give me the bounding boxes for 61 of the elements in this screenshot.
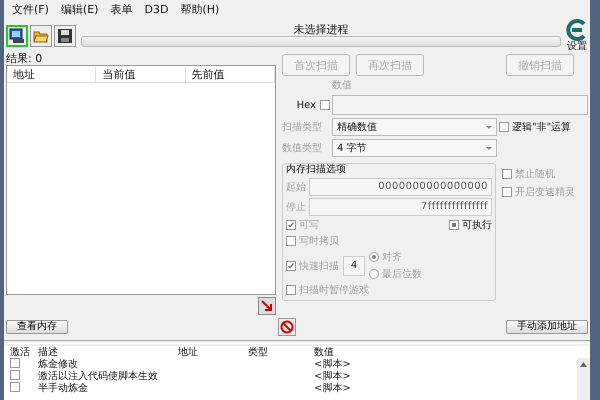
checkbox-label: 写时拷贝 [299,234,339,248]
checkbox-label: 可执行 [462,218,492,232]
settings-logo-icon[interactable] [566,19,588,41]
value-input[interactable] [332,95,588,115]
value-label: 数值 [332,79,353,92]
checkbox[interactable] [502,169,512,179]
pointer-arrow-button[interactable] [258,297,276,315]
menu-item[interactable]: 表单 [110,2,132,17]
checkbox[interactable] [10,382,20,392]
column-header[interactable]: 地址 [178,346,248,358]
radio-label: 最后位数 [382,268,422,281]
table-cell-text: 激活以注入代码使脚本生效 [38,370,159,382]
arrow-icon [261,300,273,312]
table-cell-text: <脚本> [314,358,352,370]
select-process-button[interactable] [6,24,28,46]
group-title: 内存扫描选项 [286,162,347,176]
checkbox-label: 可写 [299,219,319,232]
open-button[interactable] [30,24,52,46]
table-cell-text: <脚本> [314,370,352,382]
table-cell-text: 炼金修改 [38,358,79,370]
menu-item[interactable]: D3D [144,3,168,16]
checkbox-label: 扫描时暂停游戏 [299,284,369,297]
hex-checkbox[interactable] [320,100,330,110]
scan-type-label: 扫描类型 [282,120,323,134]
column-header[interactable]: 先前值 [186,66,275,82]
scrollbar[interactable] [577,358,590,400]
column-header[interactable]: 描述 [38,346,178,358]
results-count: 结果: 0 [6,52,44,65]
checkbox[interactable] [499,122,509,132]
start-label: 起始 [286,180,306,194]
save-button[interactable] [54,24,76,46]
column-header[interactable]: 地址 [7,66,96,82]
radio-label: 对齐 [382,250,402,264]
stop-label: 停止 [286,200,306,214]
checkbox[interactable] [10,358,20,368]
value-type-label: 数值类型 [282,142,323,155]
checkbox[interactable] [10,370,20,380]
computer-icon [9,28,25,44]
menu-item[interactable]: 编辑(E) [60,2,98,17]
column-header[interactable]: 当前值 [96,66,186,82]
process-title: 未选择进程 [294,24,348,36]
checkbox-label: 逻辑"非"运算 [512,120,572,134]
up-arrow-icon [580,362,587,367]
checkbox-label: 开启变速精灵 [515,186,575,199]
add-address-button[interactable]: 手动添加地址 [506,320,588,334]
table-cell-text: 半手动炼金 [38,382,89,394]
checkbox-label: 快速扫描 [299,260,339,272]
menu-item[interactable]: 文件(F) [12,2,49,17]
checkbox-label: 禁止随机 [515,168,555,181]
stop-button[interactable] [278,318,296,336]
hex-label: Hex [296,100,316,110]
column-header[interactable]: 激活 [4,346,38,358]
prohibited-icon [280,320,294,334]
column-header[interactable]: 类型 [248,346,314,358]
checkbox[interactable] [502,187,512,197]
column-header[interactable]: 数值 [314,346,394,358]
settings-label[interactable]: 设置 [567,41,587,52]
found-address-list[interactable]: 地址 当前值 先前值 [6,65,276,295]
menu-item[interactable]: 帮助(H) [180,2,220,17]
view-memory-button[interactable]: 查看内存 [6,320,68,334]
table-cell-text: <脚本> [314,382,352,394]
